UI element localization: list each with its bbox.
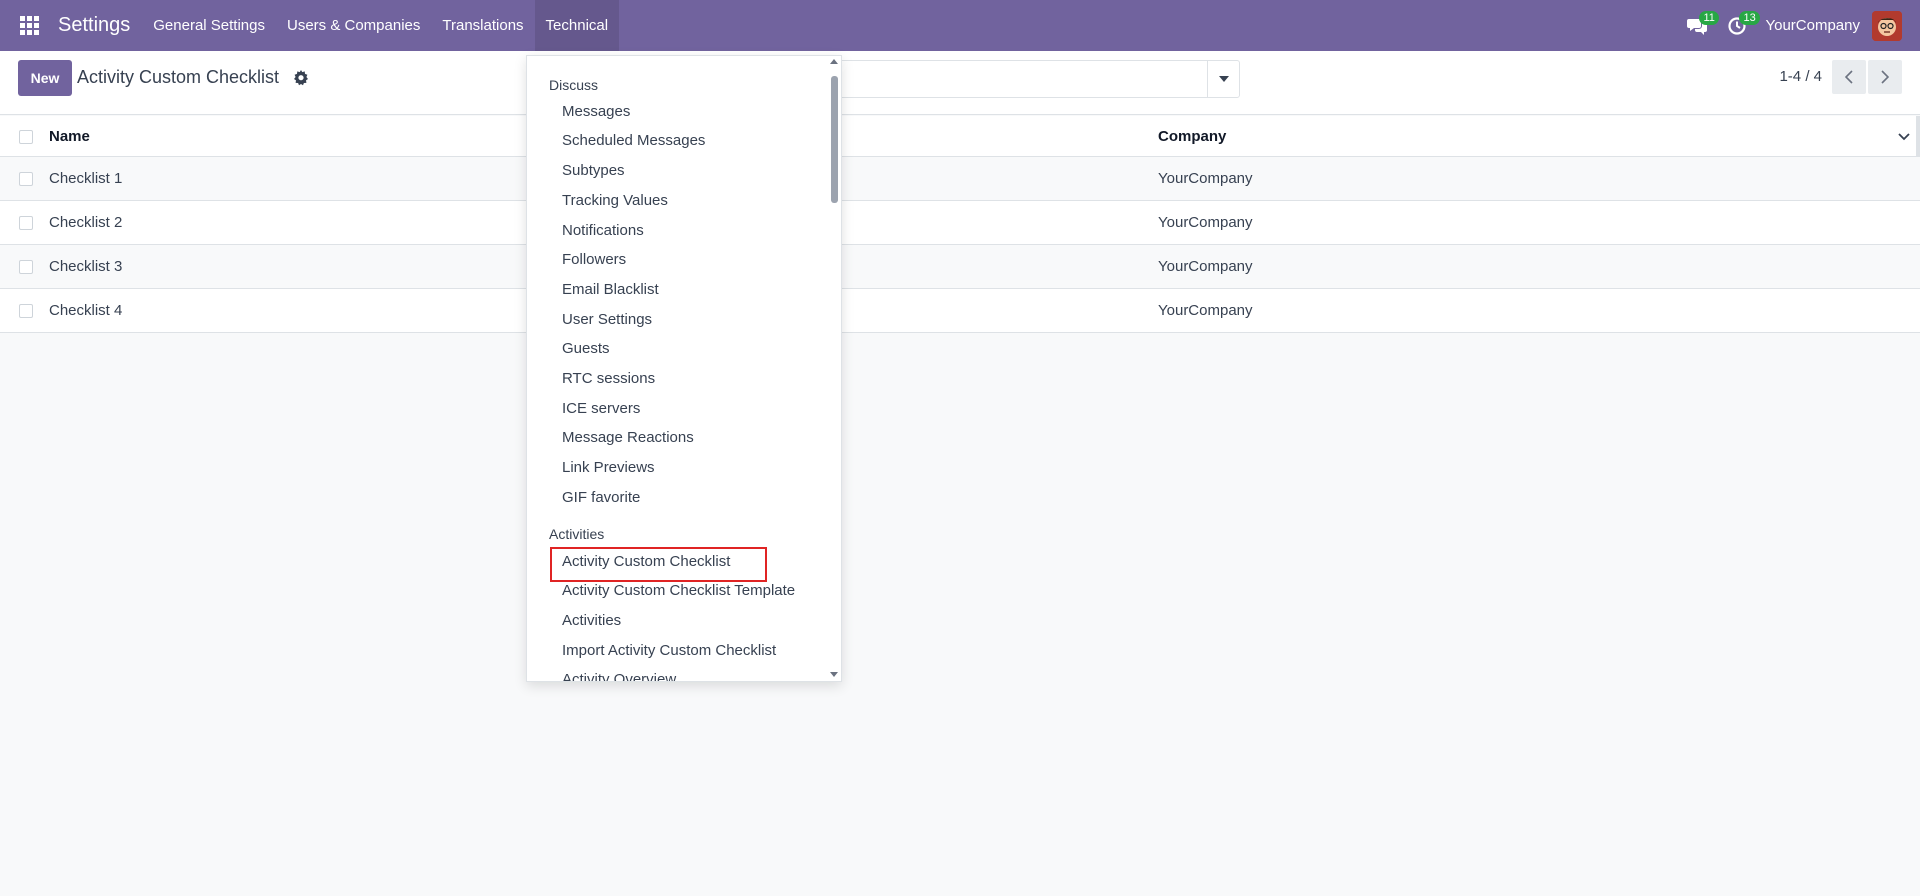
row-checkbox[interactable]	[19, 172, 33, 186]
dropdown-item-user-settings[interactable]: User Settings	[562, 307, 652, 332]
list-header: Name Company	[0, 116, 1920, 157]
messages-button[interactable]: 11	[1677, 0, 1719, 51]
row-name: Checklist 1	[49, 170, 123, 187]
scrollbar-thumb[interactable]	[831, 76, 838, 203]
dropdown-item-followers[interactable]: Followers	[562, 247, 626, 272]
dropdown-item-activity-custom-checklist-template[interactable]: Activity Custom Checklist Template	[562, 578, 795, 603]
dropdown-scrollbar[interactable]	[828, 56, 841, 681]
messages-count-badge: 11	[1699, 11, 1719, 25]
search-options-toggle[interactable]	[1207, 61, 1239, 97]
activities-count-badge: 13	[1739, 11, 1760, 25]
dropdown-section-discuss: Discuss	[549, 77, 599, 93]
dropdown-item-email-blacklist[interactable]: Email Blacklist	[562, 277, 659, 302]
row-name: Checklist 3	[49, 258, 123, 275]
row-checkbox[interactable]	[19, 260, 33, 274]
dropdown-item-activity-overview[interactable]: Activity Overview	[562, 667, 676, 681]
dropdown-item-import-activity-custom-checklist[interactable]: Import Activity Custom Checklist	[562, 638, 776, 663]
optional-columns-toggle-icon[interactable]	[1896, 128, 1912, 144]
dropdown-item-messages[interactable]: Messages	[562, 99, 630, 124]
pager-value[interactable]: 1-4 / 4	[1779, 68, 1822, 85]
list-body: Checklist 1 YourCompany Checklist 2 Your…	[0, 157, 1920, 333]
avatar-face-icon	[1872, 10, 1902, 41]
pager-previous-button[interactable]	[1832, 60, 1866, 94]
row-checkbox[interactable]	[19, 216, 33, 230]
dropdown-section-activities: Activities	[549, 526, 605, 542]
list-view: Name Company Checklist 1 YourCompany Che…	[0, 116, 1920, 333]
list-scrollbar[interactable]	[1916, 116, 1920, 156]
table-row[interactable]: Checklist 4 YourCompany	[0, 289, 1920, 333]
row-company: YourCompany	[1158, 258, 1253, 275]
dropdown-item-activity-custom-checklist[interactable]: Activity Custom Checklist	[562, 549, 730, 574]
app-brand[interactable]: Settings	[58, 14, 142, 37]
select-all-checkbox[interactable]	[19, 130, 33, 144]
scroll-up-arrow-icon[interactable]	[830, 59, 838, 64]
menu-translations[interactable]: Translations	[431, 0, 534, 51]
dropdown-item-tracking-values[interactable]: Tracking Values	[562, 188, 668, 213]
table-row[interactable]: Checklist 3 YourCompany	[0, 245, 1920, 289]
menu-technical[interactable]: Technical	[534, 0, 620, 51]
row-checkbox[interactable]	[19, 304, 33, 318]
technical-dropdown-menu: Discuss Messages Scheduled Messages Subt…	[526, 55, 842, 682]
chevron-left-icon	[1845, 70, 1853, 84]
control-panel: New Activity Custom Checklist 1-4 / 4	[0, 51, 1920, 115]
dropdown-item-message-reactions[interactable]: Message Reactions	[562, 425, 694, 450]
pager-next-button[interactable]	[1868, 60, 1902, 94]
table-row[interactable]: Checklist 1 YourCompany	[0, 157, 1920, 201]
row-company: YourCompany	[1158, 214, 1253, 231]
page-title: Activity Custom Checklist	[77, 67, 280, 87]
row-company: YourCompany	[1158, 170, 1253, 187]
menu-users-companies[interactable]: Users & Companies	[276, 0, 431, 51]
activities-button[interactable]: 13	[1717, 0, 1760, 51]
dropdown-item-scheduled-messages[interactable]: Scheduled Messages	[562, 128, 705, 153]
dropdown-item-link-previews[interactable]: Link Previews	[562, 455, 655, 480]
scroll-down-arrow-icon[interactable]	[830, 672, 838, 677]
top-navbar: Settings General Settings Users & Compan…	[0, 0, 1920, 51]
gear-icon[interactable]	[293, 70, 309, 86]
dropdown-item-ice-servers[interactable]: ICE servers	[562, 396, 640, 421]
dropdown-item-subtypes[interactable]: Subtypes	[562, 158, 625, 183]
menu-general-settings[interactable]: General Settings	[142, 0, 276, 51]
column-header-company[interactable]: Company	[1158, 128, 1226, 145]
row-name: Checklist 4	[49, 302, 123, 319]
apps-menu-icon[interactable]	[0, 0, 58, 51]
row-company: YourCompany	[1158, 302, 1253, 319]
dropdown-item-gif-favorite[interactable]: GIF favorite	[562, 485, 640, 510]
column-header-name[interactable]: Name	[49, 128, 90, 145]
dropdown-item-rtc-sessions[interactable]: RTC sessions	[562, 366, 655, 391]
dropdown-item-activities[interactable]: Activities	[562, 608, 621, 633]
chevron-right-icon	[1881, 70, 1889, 84]
user-avatar[interactable]	[1872, 10, 1902, 41]
company-switcher[interactable]: YourCompany	[1757, 17, 1872, 34]
dropdown-item-guests[interactable]: Guests	[562, 336, 610, 361]
dropdown-item-notifications[interactable]: Notifications	[562, 218, 644, 243]
caret-down-icon	[1218, 76, 1229, 82]
new-button[interactable]: New	[18, 60, 72, 96]
table-row[interactable]: Checklist 2 YourCompany	[0, 201, 1920, 245]
row-name: Checklist 2	[49, 214, 123, 231]
